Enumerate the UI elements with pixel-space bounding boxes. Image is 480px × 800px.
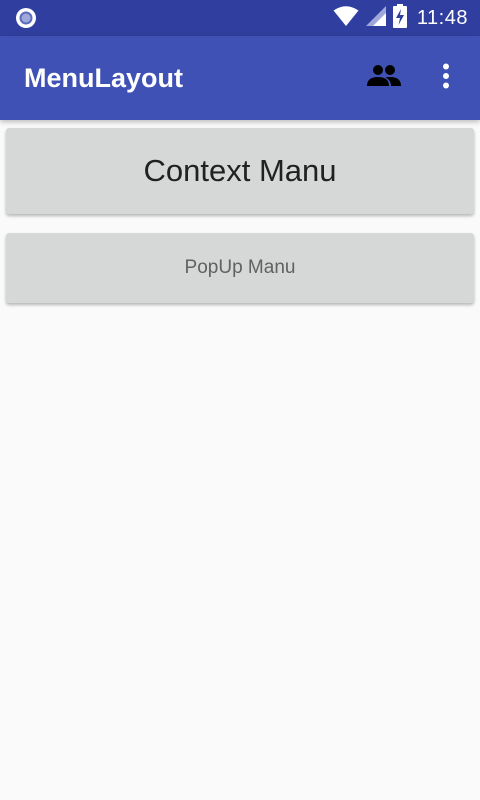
- app-title: MenuLayout: [24, 63, 183, 93]
- screen: 11:48 MenuLayout Context Manu PopUp Manu: [0, 0, 480, 800]
- popup-menu-button-label: PopUp Manu: [184, 257, 296, 278]
- context-menu-button[interactable]: Context Manu: [6, 128, 474, 214]
- circle-notification-icon: [14, 6, 38, 30]
- people-action-button[interactable]: [360, 60, 408, 96]
- context-menu-button-label: Context Manu: [143, 153, 337, 188]
- status-icons: 11:48: [333, 0, 468, 36]
- overflow-menu-button[interactable]: [428, 60, 464, 96]
- more-vert-icon: [442, 63, 450, 94]
- cell-signal-icon: [365, 5, 387, 32]
- people-icon: [366, 64, 402, 93]
- app-bar: MenuLayout: [0, 36, 480, 120]
- wifi-icon: [333, 5, 359, 32]
- battery-charging-icon: [392, 3, 407, 33]
- status-bar: 11:48: [0, 0, 480, 36]
- status-time: 11:48: [416, 6, 468, 29]
- popup-menu-button[interactable]: PopUp Manu: [6, 233, 474, 303]
